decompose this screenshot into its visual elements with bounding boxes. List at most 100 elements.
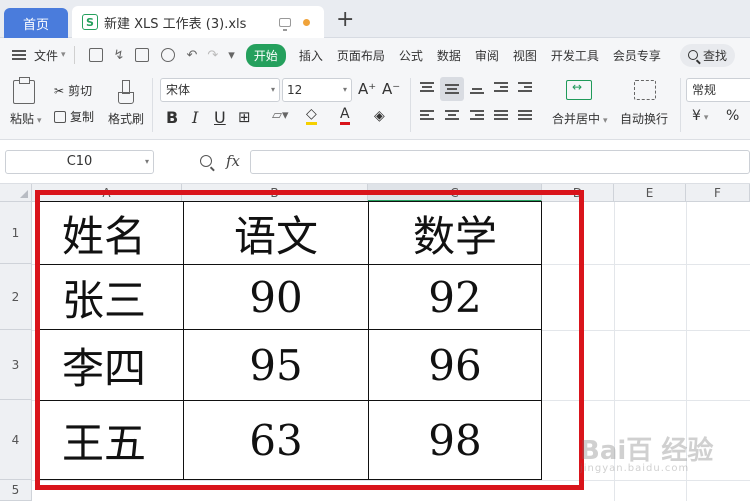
column-header-a[interactable]: A bbox=[32, 184, 182, 202]
menu-item-insert[interactable]: 插入 bbox=[299, 47, 323, 64]
format-painter-button[interactable]: 格式刷 bbox=[108, 110, 144, 127]
number-format-select[interactable]: 常规 bbox=[686, 78, 750, 102]
hamburger-icon[interactable] bbox=[12, 50, 26, 60]
table-cell[interactable]: 李四 bbox=[39, 329, 184, 401]
font-color-icon[interactable]: A bbox=[340, 106, 350, 125]
redo-icon[interactable]: ↷ bbox=[207, 48, 218, 63]
underline-button[interactable]: U bbox=[214, 108, 226, 127]
table-cell[interactable]: 姓名 bbox=[39, 201, 184, 265]
row-header-1[interactable]: 1 bbox=[0, 202, 32, 264]
insert-function-button[interactable]: fx bbox=[226, 152, 240, 170]
menu-item-review[interactable]: 审阅 bbox=[475, 47, 499, 64]
print-icon[interactable] bbox=[135, 48, 150, 62]
name-box[interactable]: C10 ▾ bbox=[5, 150, 154, 174]
shrink-font-button[interactable]: A⁻ bbox=[382, 80, 400, 98]
table-cell[interactable]: 数学 bbox=[368, 201, 542, 265]
justify-icon[interactable] bbox=[494, 110, 508, 122]
search-label: 查找 bbox=[702, 48, 727, 63]
align-middle-icon[interactable] bbox=[445, 83, 459, 95]
file-menu[interactable]: 文件 ▾ bbox=[34, 47, 66, 64]
font-size-select[interactable]: 12 ▾ bbox=[282, 78, 352, 102]
align-right-icon[interactable] bbox=[470, 110, 484, 122]
divider bbox=[152, 78, 153, 132]
cut-label: 剪切 bbox=[68, 84, 93, 98]
save-icon[interactable] bbox=[88, 48, 103, 62]
format-painter-icon[interactable] bbox=[117, 80, 135, 104]
italic-button[interactable]: I bbox=[192, 108, 198, 127]
align-center-icon[interactable] bbox=[445, 110, 459, 122]
spreadsheet-icon: S bbox=[82, 14, 98, 30]
bold-button[interactable]: B bbox=[166, 108, 178, 127]
paste-button[interactable]: 粘贴 ▾ bbox=[10, 110, 42, 127]
increase-indent-icon[interactable] bbox=[518, 82, 532, 94]
column-header-f[interactable]: F bbox=[686, 184, 750, 202]
merge-cells-icon[interactable] bbox=[566, 80, 592, 100]
font-size-value: 12 bbox=[287, 83, 303, 97]
chevron-down-icon: ▾ bbox=[61, 50, 66, 60]
tab-home[interactable]: 首页 bbox=[4, 8, 68, 38]
percent-button[interactable]: % bbox=[726, 108, 739, 124]
export-icon[interactable]: ↯ bbox=[114, 48, 125, 63]
decrease-indent-icon[interactable] bbox=[494, 82, 508, 94]
align-left-icon[interactable] bbox=[420, 110, 434, 122]
tab-document[interactable]: S 新建 XLS 工作表 (3).xls bbox=[72, 6, 324, 38]
search-box[interactable]: 查找 bbox=[679, 43, 735, 67]
wrap-text-icon[interactable] bbox=[634, 80, 656, 100]
menu-item-developer[interactable]: 开发工具 bbox=[551, 47, 599, 64]
clear-format-icon[interactable]: ◈ bbox=[374, 108, 385, 124]
cut-button[interactable]: ✂ 剪切 bbox=[54, 82, 92, 99]
gridline bbox=[32, 480, 750, 481]
row-header-3[interactable]: 3 bbox=[0, 330, 32, 400]
monitor-icon[interactable] bbox=[279, 17, 291, 31]
zoom-icon[interactable] bbox=[200, 155, 212, 167]
customize-dropdown-icon[interactable]: ▾ bbox=[228, 48, 235, 63]
column-header-c[interactable]: C bbox=[368, 184, 542, 202]
distributed-align-icon[interactable] bbox=[518, 110, 532, 122]
font-family-value: 宋体 bbox=[166, 83, 191, 97]
new-tab-button[interactable]: + bbox=[336, 9, 354, 31]
menu-item-home[interactable]: 开始 bbox=[245, 43, 286, 67]
table-cell[interactable]: 98 bbox=[368, 400, 542, 480]
align-bottom-icon[interactable] bbox=[470, 84, 484, 96]
merge-center-button[interactable]: 合并居中 ▾ bbox=[552, 110, 608, 127]
font-family-select[interactable]: 宋体 ▾ bbox=[160, 78, 280, 102]
currency-label: ¥ bbox=[692, 108, 701, 124]
table-cell[interactable]: 张三 bbox=[39, 264, 184, 330]
table-cell[interactable]: 95 bbox=[183, 329, 369, 401]
table-cell[interactable]: 语文 bbox=[183, 201, 369, 265]
fill-color-icon[interactable]: ◇ bbox=[306, 106, 317, 125]
menu-item-page-layout[interactable]: 页面布局 bbox=[337, 47, 385, 64]
row-header-2[interactable]: 2 bbox=[0, 264, 32, 330]
undo-icon[interactable]: ↶ bbox=[186, 48, 197, 63]
copy-button[interactable]: 复制 bbox=[54, 108, 94, 125]
column-header-b[interactable]: B bbox=[182, 184, 368, 202]
table-cell[interactable]: 王五 bbox=[39, 400, 184, 480]
formula-input[interactable] bbox=[250, 150, 750, 174]
row-header-5[interactable]: 5 bbox=[0, 480, 32, 501]
table-cell[interactable]: 90 bbox=[183, 264, 369, 330]
menu-item-data[interactable]: 数据 bbox=[437, 47, 461, 64]
currency-button[interactable]: ¥ ▾ bbox=[692, 108, 708, 124]
cell-style-icon[interactable]: ▱▾ bbox=[272, 108, 289, 123]
align-top-icon[interactable] bbox=[420, 82, 434, 94]
row-header-4[interactable]: 4 bbox=[0, 400, 32, 480]
table-cell[interactable]: 92 bbox=[368, 264, 542, 330]
paste-label: 粘贴 bbox=[10, 112, 35, 126]
menu-item-member[interactable]: 会员专享 bbox=[613, 47, 661, 64]
column-header-d[interactable]: D bbox=[542, 184, 614, 202]
menu-item-formulas[interactable]: 公式 bbox=[399, 47, 423, 64]
copy-label: 复制 bbox=[70, 110, 95, 124]
wrap-text-button[interactable]: 自动换行 bbox=[620, 110, 668, 127]
borders-icon[interactable]: ⊞ bbox=[238, 108, 251, 126]
divider bbox=[410, 78, 411, 132]
menu-item-view[interactable]: 视图 bbox=[513, 47, 537, 64]
number-format-value: 常规 bbox=[692, 83, 717, 97]
table-cell[interactable]: 96 bbox=[368, 329, 542, 401]
paste-icon[interactable] bbox=[13, 77, 35, 104]
select-all-corner[interactable] bbox=[0, 184, 32, 202]
chevron-down-icon: ▾ bbox=[144, 157, 149, 166]
column-header-e[interactable]: E bbox=[614, 184, 686, 202]
grow-font-button[interactable]: A⁺ bbox=[358, 80, 376, 98]
table-cell[interactable]: 63 bbox=[183, 400, 369, 480]
print-preview-icon[interactable] bbox=[161, 48, 176, 62]
